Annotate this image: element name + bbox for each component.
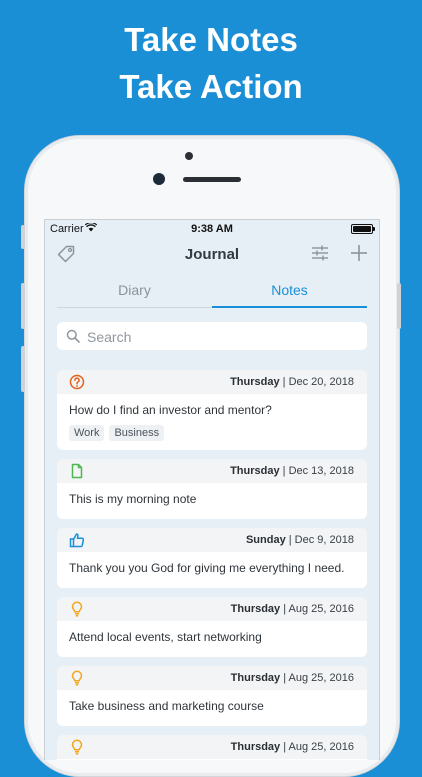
note-header: Thursday | Aug 25, 2016 xyxy=(57,666,367,690)
phone-volume-down xyxy=(21,346,25,392)
document-icon xyxy=(69,463,85,484)
note-date: Thursday | Dec 20, 2018 xyxy=(230,376,354,388)
note-tag[interactable]: Work xyxy=(69,425,105,441)
note-card[interactable]: Thursday | Aug 25, 2016 xyxy=(57,735,367,760)
note-day: Thursday xyxy=(230,465,280,477)
note-tags: Work Business xyxy=(69,423,355,441)
nav-bar: Journal xyxy=(45,240,379,270)
status-bar: Carrier 9:38 AM xyxy=(45,220,379,238)
thumbs-up-icon xyxy=(69,532,85,553)
note-header: Thursday | Dec 13, 2018 xyxy=(57,459,367,483)
note-day: Thursday xyxy=(230,741,281,753)
question-circle-icon xyxy=(69,374,85,395)
phone-volume-up xyxy=(21,283,25,329)
note-date-text: Dec 9, 2018 xyxy=(294,534,354,546)
note-body: Take business and marketing course xyxy=(57,690,367,726)
note-card[interactable]: Thursday | Aug 25, 2016 Attend local eve… xyxy=(57,597,367,657)
note-date: Thursday | Dec 13, 2018 xyxy=(230,465,354,477)
filter-icon[interactable] xyxy=(311,245,329,261)
app-screen: Carrier 9:38 AM Journal Diary Notes Sear… xyxy=(44,219,380,760)
headline-line-1: Take Notes xyxy=(124,21,298,58)
earpiece-speaker xyxy=(183,177,241,182)
note-day: Thursday xyxy=(230,376,280,388)
search-input[interactable] xyxy=(85,326,359,348)
note-card[interactable]: Sunday | Dec 9, 2018 Thank you you God f… xyxy=(57,528,367,588)
note-date: Thursday | Aug 25, 2016 xyxy=(230,603,354,615)
note-text: This is my morning note xyxy=(69,492,197,506)
note-date-text: Aug 25, 2016 xyxy=(288,603,354,615)
note-header: Thursday | Aug 25, 2016 xyxy=(57,597,367,621)
note-card[interactable]: Thursday | Aug 25, 2016 Take business an… xyxy=(57,666,367,726)
note-date-text: Aug 25, 2016 xyxy=(288,741,354,753)
proximity-sensor xyxy=(153,173,165,185)
lightbulb-icon xyxy=(69,670,85,691)
tab-notes[interactable]: Notes xyxy=(212,282,367,298)
notes-list: Thursday | Dec 20, 2018 How do I find an… xyxy=(57,370,367,760)
note-day: Thursday xyxy=(230,672,281,684)
note-tag[interactable]: Business xyxy=(109,425,165,441)
lightbulb-icon xyxy=(69,601,85,622)
note-header: Thursday | Aug 25, 2016 xyxy=(57,735,367,759)
status-time: 9:38 AM xyxy=(191,223,233,235)
note-body xyxy=(57,759,367,760)
note-text: How do I find an investor and mentor? xyxy=(69,403,272,417)
search-bar[interactable] xyxy=(57,322,367,350)
note-date: Thursday | Aug 25, 2016 xyxy=(230,741,354,753)
note-card[interactable]: Thursday | Dec 20, 2018 How do I find an… xyxy=(57,370,367,450)
note-day: Thursday xyxy=(230,603,281,615)
add-icon[interactable] xyxy=(349,243,369,263)
note-date: Sunday | Dec 9, 2018 xyxy=(245,534,354,546)
active-tab-indicator xyxy=(212,306,367,308)
note-header: Thursday | Dec 20, 2018 xyxy=(57,370,367,394)
note-card[interactable]: Thursday | Dec 13, 2018 This is my morni… xyxy=(57,459,367,519)
note-date-text: Dec 20, 2018 xyxy=(288,376,354,388)
front-camera xyxy=(185,152,193,160)
note-body: Thank you you God for giving me everythi… xyxy=(57,552,367,588)
note-body: Attend local events, start networking xyxy=(57,621,367,657)
note-date: Thursday | Aug 25, 2016 xyxy=(230,672,354,684)
note-date-text: Aug 25, 2016 xyxy=(288,672,354,684)
segmented-tabs: Diary Notes xyxy=(57,276,367,308)
note-body: How do I find an investor and mentor? Wo… xyxy=(57,394,367,450)
note-body: This is my morning note xyxy=(57,483,367,519)
note-day: Sunday xyxy=(245,534,286,546)
phone-mute-switch xyxy=(21,225,25,249)
note-date-text: Dec 13, 2018 xyxy=(288,465,354,477)
phone-power-button xyxy=(397,283,401,329)
headline-line-2: Take Action xyxy=(119,68,303,105)
battery-icon xyxy=(351,224,375,234)
note-text: Thank you you God for giving me everythi… xyxy=(69,561,345,575)
search-icon xyxy=(66,329,80,343)
note-text: Attend local events, start networking xyxy=(69,630,262,644)
note-text: Take business and marketing course xyxy=(69,699,264,713)
tab-diary[interactable]: Diary xyxy=(57,282,212,298)
note-header: Sunday | Dec 9, 2018 xyxy=(57,528,367,552)
